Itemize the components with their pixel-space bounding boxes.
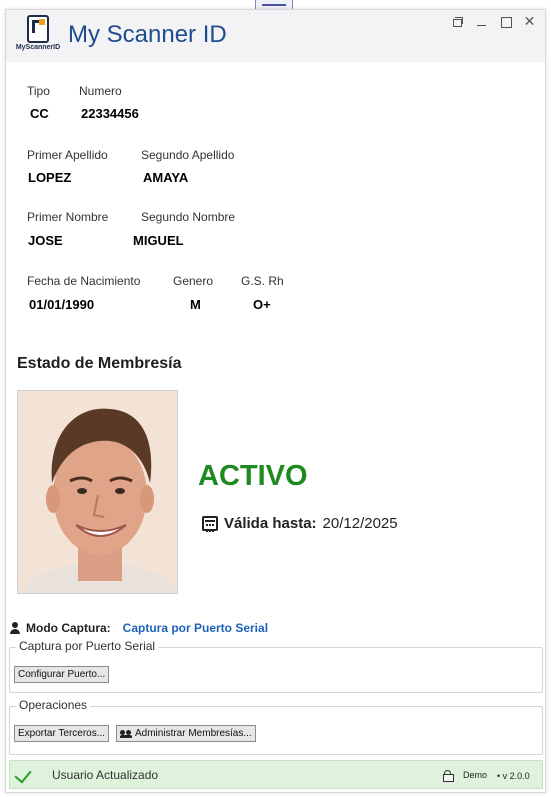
operations-group-title: Operaciones (16, 698, 91, 712)
manage-memberships-button[interactable]: Administrar Membresías... (116, 725, 256, 742)
tipo-label: Tipo (27, 84, 50, 98)
capture-group-title: Captura por Puerto Serial (16, 639, 159, 653)
gs-rh-value: O+ (250, 295, 280, 315)
app-version: • v 2.0.0 (497, 771, 530, 781)
license-mode: Demo (463, 770, 488, 780)
segundo-nombre-value: MIGUEL (130, 231, 235, 251)
app-logo: MyScannerID (14, 15, 62, 59)
primer-nombre-label: Primer Nombre (27, 210, 109, 224)
operations-groupbox: Operaciones Exportar Terceros... Adminis… (9, 698, 543, 755)
primer-nombre-value: JOSE (25, 231, 125, 251)
logo-text: MyScannerID (15, 44, 61, 51)
status-message: Usuario Actualizado (52, 768, 159, 782)
scanner-logo-icon (27, 15, 49, 43)
capture-mode-row: Modo Captura: Captura por Puerto Serial (10, 621, 268, 635)
window-controls: ✕ (450, 14, 537, 29)
membership-section-title: Estado de Membresía (17, 355, 182, 372)
maximize-icon[interactable] (498, 14, 513, 29)
capture-groupbox: Captura por Puerto Serial Configurar Pue… (9, 639, 543, 693)
valid-until-date: 20/12/2025 (322, 515, 398, 532)
segundo-apellido-value: AMAYA (140, 168, 204, 188)
export-third-parties-button[interactable]: Exportar Terceros... (14, 725, 110, 742)
people-icon (120, 729, 132, 738)
manage-memberships-label: Administrar Membresías... (135, 728, 252, 739)
minimize-icon[interactable] (474, 14, 489, 29)
close-icon[interactable]: ✕ (522, 14, 537, 29)
numero-label: Numero (79, 84, 122, 98)
capture-mode-value[interactable]: Captura por Puerto Serial (123, 621, 268, 635)
app-window: MyScannerID My Scanner ID ✕ Tipo Numero … (5, 9, 546, 793)
numero-value: 22334456 (78, 104, 215, 124)
title-bar[interactable]: MyScannerID My Scanner ID ✕ (6, 10, 545, 62)
primer-apellido-value: LOPEZ (25, 168, 135, 188)
user-settings-icon (10, 622, 22, 634)
gs-rh-label: G.S. Rh (241, 274, 284, 288)
member-photo-illustration (18, 391, 177, 593)
segundo-apellido-label: Segundo Apellido (141, 148, 235, 162)
lock-icon (443, 770, 454, 782)
restore-icon[interactable] (450, 14, 465, 29)
primer-apellido-label: Primer Apellido (27, 148, 108, 162)
validity-row: Válida hasta: 20/12/2025 (202, 515, 398, 532)
app-title: My Scanner ID (68, 21, 227, 48)
member-photo (17, 390, 178, 594)
membership-status: ACTIVO (198, 460, 308, 492)
valid-until-label: Válida hasta: (224, 515, 317, 532)
configure-port-button[interactable]: Configurar Puerto... (14, 666, 110, 683)
fecha-nacimiento-label: Fecha de Nacimiento (27, 274, 141, 288)
fecha-nacimiento-value: 01/01/1990 (26, 295, 163, 315)
status-bar: Usuario Actualizado Demo • v 2.0.0 (9, 760, 543, 789)
calendar-icon (202, 516, 218, 532)
genero-label: Genero (173, 274, 214, 288)
tipo-value: CC (27, 104, 72, 124)
genero-value: M (187, 295, 213, 315)
check-icon (14, 765, 32, 784)
capture-mode-label: Modo Captura: (26, 621, 111, 635)
segundo-nombre-label: Segundo Nombre (141, 210, 236, 224)
